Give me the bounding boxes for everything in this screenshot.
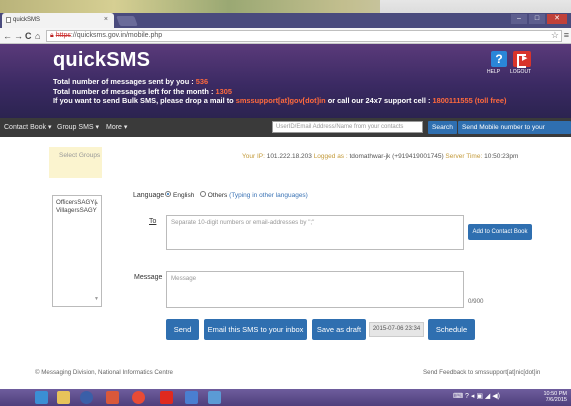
new-tab-button[interactable] [116,16,138,26]
left-label: Total number of messages left for the mo… [53,86,216,96]
logged-value: tdomathwar-jk (+919419001745) [349,153,444,160]
sent-label: Total number of messages sent by you : [53,77,196,86]
clock-date: 7/6/2015 [545,397,567,403]
tab-title: quickSMS [13,17,41,23]
footer-feedback[interactable]: Send Feedback to smssupport[at]nic[dot]i… [423,369,540,376]
time-label: Server Time: [443,153,485,160]
schedule-button[interactable]: Schedule [428,319,475,340]
url-scheme: https [55,32,71,39]
insecure-lock-icon: 🔒︎ [50,32,54,39]
bulk-email: smssupport[at]gov[dot]in [235,96,326,105]
search-button[interactable]: Search [428,121,457,134]
ie-icon[interactable] [35,391,48,404]
nav-more[interactable]: More ▾ [106,123,127,131]
close-window-button[interactable]: ✕ [547,14,567,24]
message-label: Message [134,274,163,281]
compose-panel: Select Groups Your IP: 101.222.18.203 Lo… [0,137,571,389]
hp-icon[interactable] [80,391,93,404]
media-icon[interactable] [106,391,119,404]
url-input[interactable]: 🔒︎ https://quicksms.gov.in/mobile.php [46,30,562,42]
sent-count: 536 [195,77,209,86]
back-icon[interactable]: ← [3,30,12,42]
app-icon[interactable] [208,391,221,404]
help-label: HELP [487,69,501,75]
help-icon[interactable]: ? [491,51,507,67]
others-radio[interactable] [199,191,206,198]
logout-label: LOGOUT [510,69,532,75]
clock[interactable]: 10:50 PM 7/6/2015 [543,391,567,403]
session-info: Your IP: 101.222.18.203 Logged as : tdom… [242,153,518,160]
others-label: Others [207,192,228,199]
main-navbar: Contact Book ▾ Group SMS ▾ More ▾ UserID… [0,118,571,144]
bulk-mid: or call our 24x7 support cell : [325,96,433,105]
minimize-button[interactable]: – [511,14,527,24]
url-path: ://quicksms.gov.in/mobile.php [70,32,163,39]
nav-contact-book[interactable]: Contact Book ▾ [4,123,51,131]
browser-tab[interactable]: quickSMS × [2,13,114,28]
ip-label: Your IP: [242,153,267,160]
browser-tabstrip: quickSMS × – □ ✕ [0,13,571,28]
bookmark-star-icon[interactable]: ☆ [551,30,559,41]
explorer-icon[interactable] [57,391,70,404]
ip-value: 101.222.18.203 [266,153,312,160]
chrome-icon[interactable] [132,391,145,404]
opera-icon[interactable] [160,391,173,404]
save-draft-button[interactable]: Save as draft [312,319,366,340]
nav-group-sms[interactable]: Group SMS ▾ [57,123,99,131]
scroll-up-icon[interactable]: ▲ [94,199,99,207]
language-options: English Others (Typing in other language… [165,191,308,199]
close-tab-icon[interactable]: × [104,16,108,23]
account-info: Total number of messages sent by you : 5… [53,77,506,106]
send-button[interactable]: Send [166,319,199,340]
add-to-contact-book-button[interactable]: Add to Contact Book [468,224,532,240]
english-radio[interactable] [165,191,171,198]
app-title: quickSMS [53,49,151,71]
bulk-phone: 1800111555 (toll free) [432,96,507,105]
send-mobile-button[interactable]: Send Mobile number to your handset [458,121,571,144]
left-count: 1305 [215,86,232,96]
word-icon[interactable] [185,391,198,404]
contact-search-input[interactable]: UserID/Email Address/Name from your cont… [272,121,423,133]
address-bar: ← → C ⌂ 🔒︎ https://quicksms.gov.in/mobil… [0,28,571,44]
time-value: 10:50:23pm [484,153,519,160]
recipients-field[interactable]: Separate 10-digit numbers or email-addre… [166,215,464,250]
windows-taskbar: ⌨ ? ◂ ▣ ◢ ◀) 10:50 PM 7/6/2015 [0,389,571,406]
maximize-button[interactable]: □ [529,14,545,24]
forward-icon[interactable]: → [14,30,23,42]
window-controls: – □ ✕ [511,14,567,26]
reload-icon[interactable]: C [25,30,32,42]
email-sms-button[interactable]: Email this SMS to your inbox [204,319,307,340]
browser-menu-icon[interactable]: ≡ [564,30,569,40]
system-tray-icons[interactable]: ⌨ ? ◂ ▣ ◢ ◀) [453,392,500,400]
logout-icon[interactable] [513,51,531,68]
message-field[interactable]: Message [166,271,464,308]
group-item[interactable]: VillagersSAGY [56,207,101,215]
page-icon [6,17,11,23]
typing-languages-link[interactable]: (Typing in other languages) [229,192,308,199]
language-label: Language [133,192,165,199]
logged-label: Logged as : [311,153,350,160]
english-label: English [173,192,195,199]
group-list[interactable]: OfficersSAGY( VillagersSAGY ▲ ▼ [52,195,102,307]
app-header: quickSMS Total number of messages sent b… [0,44,571,118]
bulk-prefix: If you want to send Bulk SMS, please dro… [53,96,236,105]
scroll-down-icon[interactable]: ▼ [94,295,99,303]
to-label: To [149,218,157,225]
char-counter: 0/900 [468,298,484,305]
select-groups-label: Select Groups [49,147,102,178]
schedule-datetime-field[interactable]: 2015-07-06 23:34 [369,322,424,337]
footer-copyright: © Messaging Division, National Informati… [35,369,173,376]
home-icon[interactable]: ⌂ [35,30,40,42]
